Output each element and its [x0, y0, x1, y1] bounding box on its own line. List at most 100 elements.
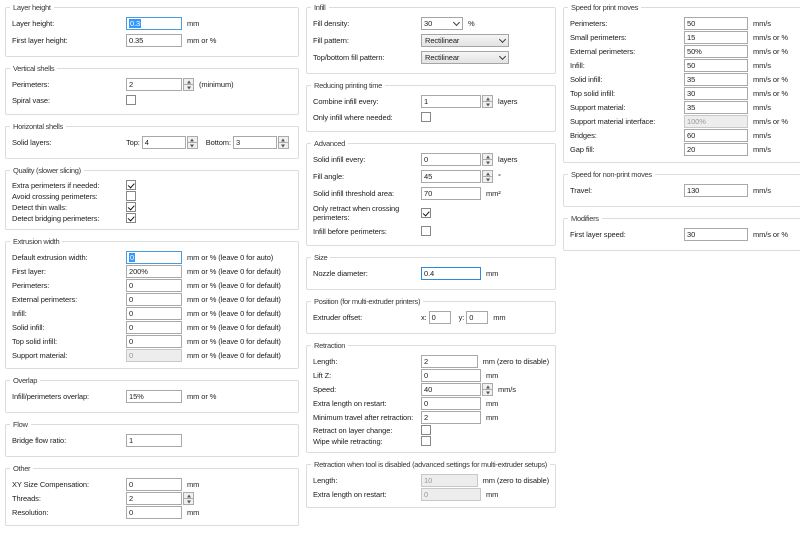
- first-layer-extrusion-width-label: First layer:: [12, 267, 126, 276]
- row-detect-thin-walls: Detect thin walls:: [12, 202, 292, 212]
- solid-infill-extrusion-width-input[interactable]: 0: [126, 321, 182, 334]
- only-infill-where-needed-checkbox[interactable]: [421, 112, 431, 122]
- group-title: Retraction: [311, 341, 348, 350]
- external-perimeters-extrusion-width-input[interactable]: 0: [126, 293, 182, 306]
- extra-perimeters-checkbox[interactable]: [126, 180, 136, 190]
- only-retract-crossing-perimeters-checkbox[interactable]: [421, 208, 431, 218]
- spin-up-button[interactable]: [482, 153, 493, 160]
- top-solid-infill-extrusion-width-input[interactable]: 0: [126, 335, 182, 348]
- row-speed-travel: Travel:130mm/s: [570, 184, 794, 197]
- fill-angle-input[interactable]: 45: [421, 170, 481, 183]
- detect-thin-walls-checkbox[interactable]: [126, 202, 136, 212]
- spin-up-button[interactable]: [183, 492, 194, 499]
- perimeters-min-unit: (minimum): [199, 80, 234, 89]
- resolution-input[interactable]: 0: [126, 506, 182, 519]
- combine-infill-every-input[interactable]: 1: [421, 95, 481, 108]
- spin-up-button[interactable]: [482, 383, 493, 390]
- dropdown-button[interactable]: [496, 35, 508, 46]
- retract-length-toolchange-value: 10: [424, 476, 432, 485]
- speed-bridges-input[interactable]: 60: [684, 129, 748, 142]
- solid-infill-every-input[interactable]: 0: [421, 153, 481, 166]
- row-top-solid-infill-extrusion-width: Top solid infill:0mm or % (leave 0 for d…: [12, 335, 292, 348]
- extruder-offset-prefix-1: y:: [459, 313, 465, 322]
- spin-down-button[interactable]: [482, 390, 493, 396]
- retract-lift-z-input[interactable]: 0: [421, 369, 481, 382]
- speed-perimeters-input[interactable]: 50: [684, 17, 748, 30]
- threads-spinner[interactable]: [183, 492, 194, 505]
- spin-down-button[interactable]: [183, 85, 194, 91]
- speed-solid-infill-input[interactable]: 35: [684, 73, 748, 86]
- extruder-offset-input-0[interactable]: 0: [429, 311, 451, 324]
- speed-support-material-input[interactable]: 35: [684, 101, 748, 114]
- retract-speed-spinner[interactable]: [482, 383, 493, 396]
- spin-up-button[interactable]: [482, 170, 493, 177]
- default-extrusion-width-input[interactable]: 0: [126, 251, 182, 264]
- spin-up-button[interactable]: [278, 136, 289, 143]
- fill-angle-spinner[interactable]: [482, 170, 493, 183]
- spin-down-button[interactable]: [278, 143, 289, 149]
- perimeters-min-input[interactable]: 2: [126, 78, 182, 91]
- spin-up-button[interactable]: [183, 78, 194, 85]
- combine-infill-every-spinner[interactable]: [482, 95, 493, 108]
- solid-layers-0-spinner[interactable]: [187, 136, 198, 149]
- solid-layers-value-1: 3: [236, 138, 240, 147]
- infill-extrusion-width-input[interactable]: 0: [126, 307, 182, 320]
- perimeters-extrusion-width-input[interactable]: 0: [126, 279, 182, 292]
- spin-down-button[interactable]: [183, 499, 194, 505]
- solid-layers-input-1[interactable]: 3: [233, 136, 277, 149]
- row-retract-length-toolchange: Length:10mm (zero to disable): [313, 474, 549, 487]
- first-layer-speed-input[interactable]: 30: [684, 228, 748, 241]
- speed-support-material-interface-input[interactable]: 100%: [684, 115, 748, 128]
- retract-restart-extra-toolchange-input[interactable]: 0: [421, 488, 481, 501]
- threads-input[interactable]: 2: [126, 492, 182, 505]
- retract-length-toolchange-input[interactable]: 10: [421, 474, 478, 487]
- perimeters-min-spinner[interactable]: [183, 78, 194, 91]
- threads-value: 2: [129, 494, 133, 503]
- extruder-offset-input-1[interactable]: 0: [466, 311, 488, 324]
- solid-layers-input-0[interactable]: 4: [142, 136, 186, 149]
- spin-up-button[interactable]: [482, 95, 493, 102]
- speed-travel-input[interactable]: 130: [684, 184, 748, 197]
- spin-down-button[interactable]: [482, 160, 493, 166]
- row-retract-layer-change: Retract on layer change:: [313, 425, 549, 435]
- top-bottom-fill-pattern-label: Top/bottom fill pattern:: [313, 53, 421, 62]
- speed-external-perimeters-input[interactable]: 50%: [684, 45, 748, 58]
- top-bottom-fill-pattern-dropdown[interactable]: Rectilinear: [421, 51, 509, 64]
- infill-before-perimeters-checkbox[interactable]: [421, 226, 431, 236]
- avoid-crossing-perimeters-checkbox[interactable]: [126, 191, 136, 201]
- spiral-vase-checkbox[interactable]: [126, 95, 136, 105]
- support-material-extrusion-width-input[interactable]: 0: [126, 349, 182, 362]
- wipe-while-retracting-checkbox[interactable]: [421, 436, 431, 446]
- spin-down-button[interactable]: [482, 102, 493, 108]
- dropdown-button[interactable]: [450, 18, 462, 29]
- spin-up-button[interactable]: [187, 136, 198, 143]
- speed-infill-input[interactable]: 50: [684, 59, 748, 72]
- speed-gap-fill-input[interactable]: 20: [684, 143, 748, 156]
- retract-speed-input[interactable]: 40: [421, 383, 481, 396]
- bridge-flow-ratio-input[interactable]: 1: [126, 434, 182, 447]
- first-layer-height-input[interactable]: 0.35: [126, 34, 182, 47]
- solid-infill-threshold-area-input[interactable]: 70: [421, 187, 481, 200]
- retract-layer-change-checkbox[interactable]: [421, 425, 431, 435]
- solid-layers-1-spinner[interactable]: [278, 136, 289, 149]
- speed-small-perimeters-input[interactable]: 15: [684, 31, 748, 44]
- spin-down-button[interactable]: [187, 143, 198, 149]
- dropdown-button[interactable]: [496, 52, 508, 63]
- retract-min-travel-input[interactable]: 2: [421, 411, 481, 424]
- xy-size-compensation-input[interactable]: 0: [126, 478, 182, 491]
- retract-extra-length-restart-input[interactable]: 0: [421, 397, 481, 410]
- spin-down-button[interactable]: [482, 177, 493, 183]
- external-perimeters-extrusion-width-unit: mm or % (leave 0 for default): [187, 295, 281, 304]
- fill-pattern-dropdown[interactable]: Rectilinear: [421, 34, 509, 47]
- layer-height-input[interactable]: 0.3: [126, 17, 182, 30]
- detect-bridging-perimeters-checkbox[interactable]: [126, 213, 136, 223]
- speed-bridges-label: Bridges:: [570, 131, 684, 140]
- retract-length-input[interactable]: 2: [421, 355, 478, 368]
- nozzle-diameter-input[interactable]: 0.4: [421, 267, 481, 280]
- solid-infill-every-spinner[interactable]: [482, 153, 493, 166]
- row-fill-pattern: Fill pattern:Rectilinear: [313, 34, 549, 47]
- fill-density-combo[interactable]: 30: [421, 17, 463, 30]
- infill-perimeters-overlap-input[interactable]: 15%: [126, 390, 182, 403]
- speed-top-solid-infill-input[interactable]: 30: [684, 87, 748, 100]
- first-layer-extrusion-width-input[interactable]: 200%: [126, 265, 182, 278]
